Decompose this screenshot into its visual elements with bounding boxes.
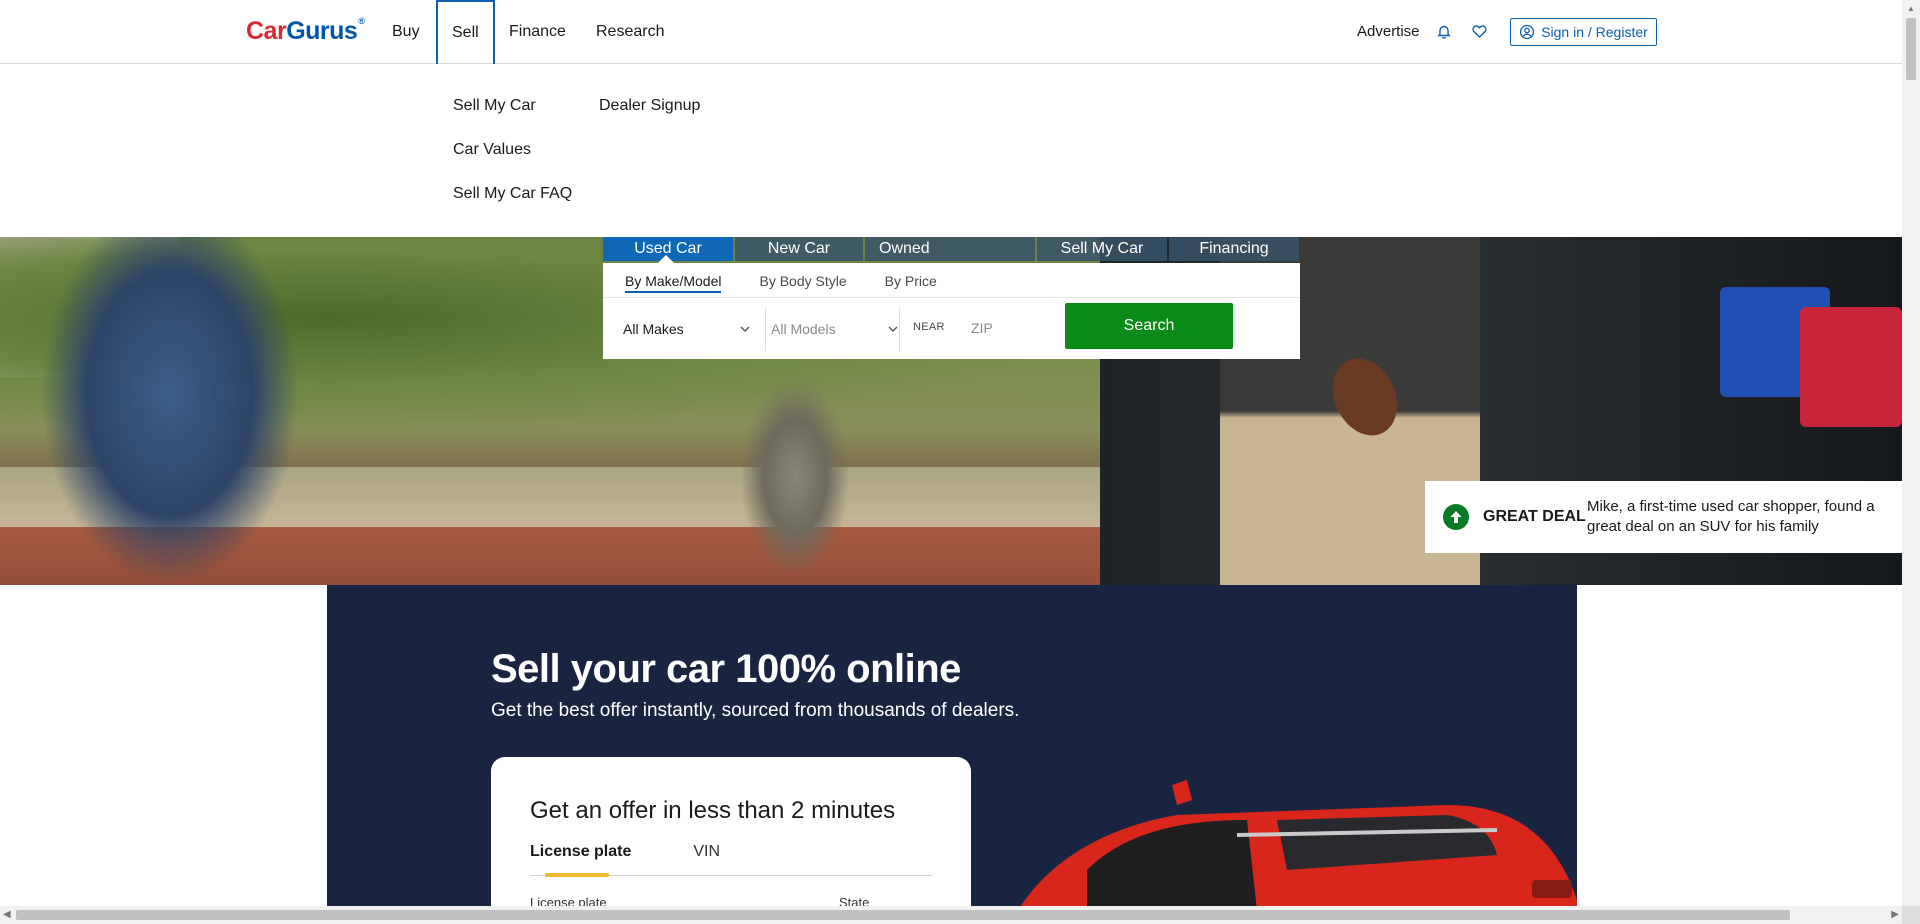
subtab-by-price[interactable]: By Price (885, 273, 937, 293)
horizontal-scroll-thumb[interactable] (16, 910, 1790, 920)
great-deal-callout: GREAT DEAL Mike, a first-time used car s… (1425, 481, 1902, 553)
cargurus-logo[interactable]: Car Gurus ® (246, 16, 365, 46)
heart-icon[interactable] (1470, 22, 1488, 40)
search-subtabs: By Make/Model By Body Style By Price (625, 273, 937, 293)
vertical-scrollbar[interactable]: ▲ (1902, 0, 1920, 906)
select-divider (765, 307, 766, 351)
subtab-by-make-model[interactable]: By Make/Model (625, 273, 722, 293)
great-deal-label: GREAT DEAL (1483, 508, 1586, 525)
sell-section-subtitle: Get the best offer instantly, sourced fr… (491, 700, 1020, 721)
arrow-up-icon (1443, 504, 1469, 530)
offer-tabs: License plate VIN (530, 843, 720, 861)
tab-sell-my-car[interactable]: Sell My Car (1037, 237, 1167, 261)
menu-sell-my-car[interactable]: Sell My Car (453, 97, 536, 115)
near-label: NEAR (913, 321, 945, 333)
horizontal-scrollbar[interactable]: ◀ ▶ (0, 906, 1902, 924)
makes-select[interactable]: All Makes (623, 307, 751, 351)
zip-input[interactable] (971, 316, 1051, 340)
sign-in-register-button[interactable]: Sign in / Register (1510, 18, 1657, 46)
offer-card-title: Get an offer in less than 2 minutes (530, 797, 896, 824)
site-header: Car Gurus ® Buy Sell Finance Research Adve… (0, 0, 1902, 64)
user-circle-icon (1519, 24, 1535, 40)
tab-vin[interactable]: VIN (693, 843, 720, 861)
active-tab-pointer (658, 255, 674, 263)
logo-registered-mark: ® (358, 16, 365, 26)
nav-finance[interactable]: Finance (493, 0, 582, 64)
scroll-up-arrow-icon[interactable]: ▲ (1906, 4, 1916, 14)
sell-your-car-section: Sell your car 100% online Get the best o… (327, 585, 1577, 915)
vertical-scroll-thumb[interactable] (1906, 18, 1916, 80)
logo-gurus-text: Gurus (286, 16, 358, 45)
select-divider (899, 307, 900, 351)
scroll-left-arrow-icon[interactable]: ◀ (3, 909, 11, 920)
red-car-image (1015, 780, 1577, 915)
nav-research[interactable]: Research (580, 0, 680, 64)
search-tabs: Used Car New Car Certified Pre-Owned Sel… (603, 237, 1299, 261)
chevron-down-icon (739, 322, 751, 334)
advertise-link[interactable]: Advertise (1357, 23, 1420, 40)
hero-cooler-red (1800, 307, 1902, 427)
bell-icon[interactable] (1435, 22, 1453, 40)
scrollbar-corner (1902, 906, 1920, 924)
tab-new-car[interactable]: New Car (735, 237, 863, 261)
menu-dealer-signup[interactable]: Dealer Signup (599, 97, 700, 115)
page: Car Gurus ® Buy Sell Finance Research Adve… (0, 0, 1920, 924)
tab-license-plate[interactable]: License plate (530, 843, 631, 861)
sign-in-label: Sign in / Register (1541, 24, 1648, 40)
tab-certified-pre-owned[interactable]: Certified Pre-Owned (865, 237, 1035, 261)
models-select-value: All Models (771, 321, 836, 337)
makes-select-value: All Makes (623, 321, 684, 337)
nav-sell[interactable]: Sell (436, 0, 495, 64)
menu-car-values[interactable]: Car Values (453, 141, 531, 159)
chevron-down-icon (887, 322, 899, 334)
active-tab-indicator (545, 873, 609, 877)
tab-financing[interactable]: Financing (1169, 237, 1299, 261)
logo-car-text: Car (246, 16, 287, 45)
sell-section-title: Sell your car 100% online (491, 647, 961, 691)
nav-buy[interactable]: Buy (376, 0, 436, 64)
hero-child-center (740, 377, 850, 577)
scroll-right-arrow-icon[interactable]: ▶ (1891, 909, 1899, 920)
sell-dropdown-menu: Sell My Car Car Values Sell My Car FAQ D… (0, 65, 1902, 237)
subtab-by-body-style[interactable]: By Body Style (759, 273, 846, 293)
search-button[interactable]: Search (1065, 303, 1233, 349)
menu-sell-my-car-faq[interactable]: Sell My Car FAQ (453, 185, 572, 203)
models-select[interactable]: All Models (771, 307, 899, 351)
search-divider (603, 297, 1300, 298)
offer-card: Get an offer in less than 2 minutes Lice… (491, 757, 971, 915)
hero-child-left (40, 237, 300, 585)
search-panel: By Make/Model By Body Style By Price All… (603, 255, 1300, 359)
great-deal-story: Mike, a first-time used car shopper, fou… (1587, 498, 1875, 535)
